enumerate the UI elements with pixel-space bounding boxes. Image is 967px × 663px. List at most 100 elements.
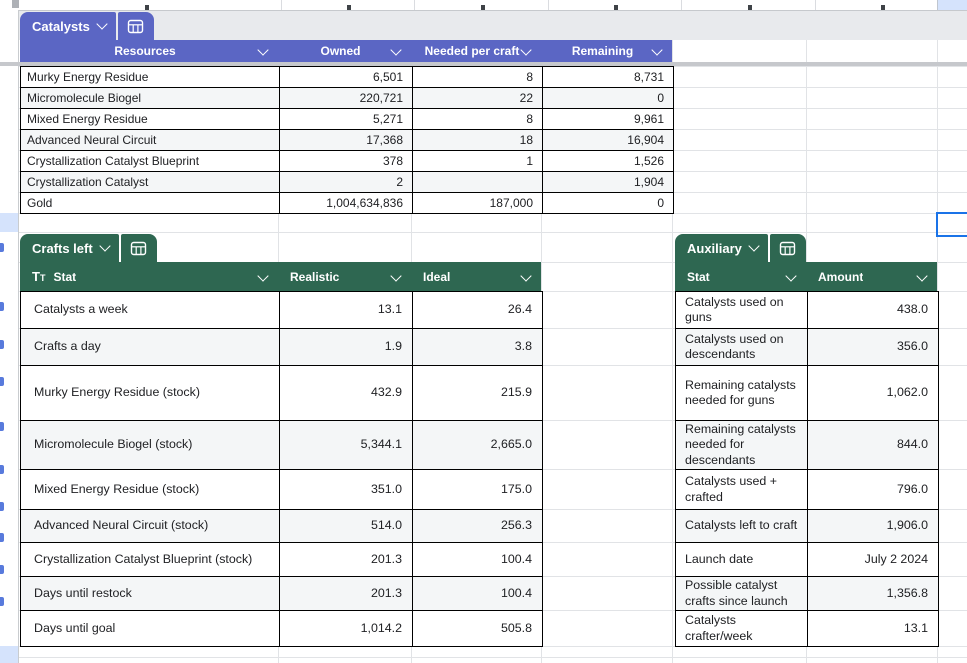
column-header-label: Ideal (423, 269, 451, 284)
table-cell[interactable]: Micromolecule Biogel (21, 88, 279, 108)
table-cell[interactable]: 5,271 (279, 109, 412, 129)
table-cell[interactable]: Possible catalyst crafts since launch (676, 577, 807, 610)
table-tab-catalysts[interactable]: Catalysts (20, 12, 154, 40)
auxiliary-header-row: Stat Amount (675, 262, 937, 291)
table-cell[interactable]: 3.8 (412, 329, 542, 365)
table-cell[interactable]: 1,906.0 (807, 510, 938, 542)
table-cell[interactable]: 351.0 (279, 470, 412, 509)
table-cell[interactable]: Mixed Energy Residue (stock) (21, 470, 279, 509)
table-cell[interactable]: Murky Energy Residue (stock) (21, 366, 279, 420)
cutoff-text-fragment (614, 5, 618, 10)
table-tab-auxiliary[interactable]: Auxiliary (675, 234, 806, 262)
table-grid-icon-button[interactable] (769, 234, 806, 262)
table-cell[interactable]: 1,014.2 (279, 611, 412, 646)
table-cell[interactable]: 100.4 (412, 577, 542, 610)
table-cell[interactable]: Advanced Neural Circuit (21, 130, 279, 150)
table-cell[interactable]: 1.9 (279, 329, 412, 365)
column-header-owned[interactable]: Owned (278, 40, 411, 62)
table-cell[interactable]: 356.0 (807, 329, 938, 365)
table-cell[interactable]: 13.1 (807, 611, 938, 646)
table-cell[interactable]: 175.0 (412, 470, 542, 509)
table-cell[interactable]: Catalysts used on descendants (676, 329, 807, 365)
table-cell[interactable]: Remaining catalysts needed for descendan… (676, 421, 807, 469)
table-cell[interactable]: 18 (412, 130, 542, 150)
table-cell[interactable]: Catalysts a week (21, 292, 279, 328)
table-cell[interactable]: Crystallization Catalyst (21, 172, 279, 192)
table-cell[interactable]: 6,501 (279, 67, 412, 87)
table-cell[interactable]: 201.3 (279, 577, 412, 610)
table-grid-icon-button[interactable] (120, 234, 157, 262)
table-cell[interactable]: 9,961 (542, 109, 673, 129)
table-cell[interactable]: 2,665.0 (412, 421, 542, 469)
row-number-fragment (0, 340, 4, 349)
table-cell[interactable]: 256.3 (412, 510, 542, 542)
table-cell[interactable]: Catalysts used on guns (676, 292, 807, 328)
table-grid-icon-button[interactable] (117, 12, 154, 40)
table-cell[interactable]: 796.0 (807, 470, 938, 509)
table-cell[interactable]: Crafts a day (21, 329, 279, 365)
table-cell[interactable]: Launch date (676, 543, 807, 576)
column-header-resources[interactable]: Resources (20, 40, 278, 62)
table-cell[interactable]: 1,526 (542, 151, 673, 171)
table-cell[interactable]: 1 (412, 151, 542, 171)
table-cell[interactable]: Mixed Energy Residue (21, 109, 279, 129)
table-cell[interactable]: 8 (412, 67, 542, 87)
table-cell[interactable]: 201.3 (279, 543, 412, 576)
table-cell[interactable]: 215.9 (412, 366, 542, 420)
table-cell[interactable]: 505.8 (412, 611, 542, 646)
column-header-stat[interactable]: Stat (675, 262, 806, 291)
table-cell[interactable]: 514.0 (279, 510, 412, 542)
table-cell[interactable]: 187,000 (412, 193, 542, 213)
table-cell[interactable]: 1,004,634,836 (279, 193, 412, 213)
table-cell[interactable]: Crystallization Catalyst Blueprint (stoc… (21, 543, 279, 576)
table-cell[interactable]: 2 (279, 172, 412, 192)
table-cell[interactable]: 26.4 (412, 292, 542, 328)
table-cell[interactable]: Advanced Neural Circuit (stock) (21, 510, 279, 542)
table-cell[interactable]: 844.0 (807, 421, 938, 469)
table-cell[interactable]: Crystallization Catalyst Blueprint (21, 151, 279, 171)
table-cell[interactable]: Gold (21, 193, 279, 213)
chevron-down-icon (99, 240, 111, 252)
table-cell[interactable]: 0 (542, 193, 673, 213)
table-cell[interactable]: 378 (279, 151, 412, 171)
column-header-remaining[interactable]: Remaining (541, 40, 672, 62)
table-cell[interactable]: 8 (412, 109, 542, 129)
table-row: Catalysts left to craft 1,906.0 (676, 509, 938, 542)
table-grid-icon (128, 19, 144, 33)
table-cell[interactable]: 0 (542, 88, 673, 108)
table-cell[interactable] (412, 172, 542, 192)
table-cell[interactable]: Murky Energy Residue (21, 67, 279, 87)
table-cell[interactable]: Catalysts crafter/week (676, 611, 807, 646)
table-cell[interactable]: 438.0 (807, 292, 938, 328)
table-cell[interactable]: Days until goal (21, 611, 279, 646)
table-cell[interactable]: July 2 2024 (807, 543, 938, 576)
table-cell[interactable]: Micromolecule Biogel (stock) (21, 421, 279, 469)
row-header-gutter[interactable] (0, 10, 19, 663)
table-tab-crafts-left[interactable]: Crafts left (20, 234, 157, 262)
column-header-needed-per-craft[interactable]: Needed per craft (411, 40, 541, 62)
table-cell[interactable]: Days until restock (21, 577, 279, 610)
table-cell[interactable]: 100.4 (412, 543, 542, 576)
table-cell[interactable]: Catalysts left to craft (676, 510, 807, 542)
table-cell[interactable]: Catalysts used + crafted (676, 470, 807, 509)
table-cell[interactable]: 5,344.1 (279, 421, 412, 469)
column-header-ideal[interactable]: Ideal (411, 262, 541, 291)
column-header-amount[interactable]: Amount (806, 262, 937, 291)
table-row: Remaining catalysts needed for descendan… (676, 420, 938, 469)
table-cell[interactable]: 1,904 (542, 172, 673, 192)
frozen-pane-handle[interactable] (12, 0, 19, 8)
selected-cell[interactable] (936, 212, 967, 237)
table-cell[interactable]: 13.1 (279, 292, 412, 328)
table-cell[interactable]: 220,721 (279, 88, 412, 108)
table-cell[interactable]: 8,731 (542, 67, 673, 87)
table-cell[interactable]: 1,356.8 (807, 577, 938, 610)
table-cell[interactable]: 16,904 (542, 130, 673, 150)
table-cell[interactable]: 432.9 (279, 366, 412, 420)
table-cell[interactable]: 17,368 (279, 130, 412, 150)
table-cell[interactable]: 22 (412, 88, 542, 108)
column-header-stat[interactable]: T T Stat (20, 262, 278, 291)
column-header-realistic[interactable]: Realistic (278, 262, 411, 291)
highlighted-cell[interactable] (937, 0, 967, 10)
table-cell[interactable]: 1,062.0 (807, 366, 938, 420)
table-cell[interactable]: Remaining catalysts needed for guns (676, 366, 807, 420)
